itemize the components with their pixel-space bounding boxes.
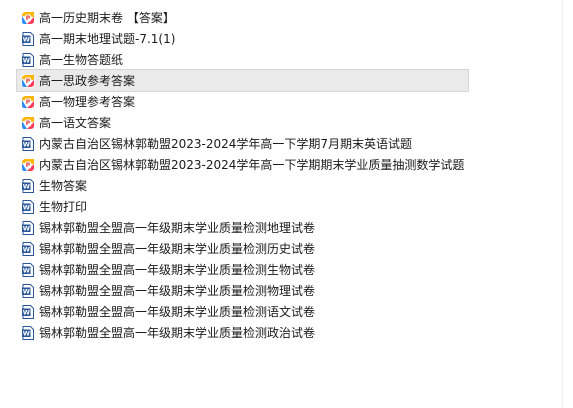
svg-text:W: W <box>23 329 30 337</box>
word-document-icon: W <box>21 304 35 319</box>
file-item-4[interactable]: P 高一思政参考答案 <box>15 69 470 92</box>
svg-text:W: W <box>23 245 30 253</box>
word-document-icon: W <box>21 325 35 340</box>
file-name: 高一生物答题纸 <box>39 53 124 67</box>
file-name: 高一语文答案 <box>39 116 112 130</box>
file-name: 高一思政参考答案 <box>39 74 136 88</box>
file-item-16[interactable]: W 锡林郭勒盟全盟高一年级期末学业质量检测政治试卷 <box>17 322 468 343</box>
file-list: P 高一历史期末卷 【答案】 W 高一期末地理试题-7.1(1) W 高一生物答… <box>15 7 470 343</box>
svg-text:P: P <box>26 15 31 22</box>
file-item-8[interactable]: P 内蒙古自治区锡林郭勒盟2023-2024学年高一下学期期末学业质量抽测数学试… <box>17 154 468 175</box>
word-document-icon: W <box>21 241 35 256</box>
svg-text:W: W <box>23 203 30 211</box>
file-name: 内蒙古自治区锡林郭勒盟2023-2024学年高一下学期7月期末英语试题 <box>39 137 413 151</box>
svg-text:P: P <box>26 162 31 169</box>
file-item-9[interactable]: W 生物答案 <box>17 175 468 196</box>
file-name: 锡林郭勒盟全盟高一年级期末学业质量检测历史试卷 <box>39 242 316 256</box>
file-name: 锡林郭勒盟全盟高一年级期末学业质量检测政治试卷 <box>39 326 316 340</box>
file-item-3[interactable]: W 高一生物答题纸 <box>17 49 468 70</box>
file-name: 锡林郭勒盟全盟高一年级期末学业质量检测生物试卷 <box>39 263 316 277</box>
file-name: 高一物理参考答案 <box>39 95 136 109</box>
file-item-6[interactable]: P 高一语文答案 <box>17 112 468 133</box>
scrollbar-track[interactable] <box>562 0 573 408</box>
svg-text:W: W <box>23 287 30 295</box>
file-name: 生物答案 <box>39 179 88 193</box>
file-item-2[interactable]: W 高一期末地理试题-7.1(1) <box>17 28 468 49</box>
file-item-12[interactable]: W 锡林郭勒盟全盟高一年级期末学业质量检测历史试卷 <box>17 238 468 259</box>
file-name: 锡林郭勒盟全盟高一年级期末学业质量检测物理试卷 <box>39 284 316 298</box>
svg-text:W: W <box>23 308 30 316</box>
word-document-icon: W <box>21 178 35 193</box>
svg-text:W: W <box>23 140 30 148</box>
svg-text:W: W <box>23 56 30 64</box>
file-item-5[interactable]: P 高一物理参考答案 <box>17 91 468 112</box>
pdf-file-icon: P <box>21 116 35 130</box>
svg-text:W: W <box>23 182 30 190</box>
file-item-14[interactable]: W 锡林郭勒盟全盟高一年级期末学业质量检测物理试卷 <box>17 280 468 301</box>
svg-text:W: W <box>23 224 30 232</box>
word-document-icon: W <box>21 199 35 214</box>
pdf-file-icon: P <box>21 158 35 172</box>
file-item-1[interactable]: P 高一历史期末卷 【答案】 <box>17 7 468 28</box>
svg-text:P: P <box>26 120 31 127</box>
word-document-icon: W <box>21 52 35 67</box>
pdf-file-icon: P <box>21 74 35 88</box>
word-document-icon: W <box>21 283 35 298</box>
svg-text:W: W <box>23 35 30 43</box>
word-document-icon: W <box>21 262 35 277</box>
word-document-icon: W <box>21 136 35 151</box>
file-item-7[interactable]: W 内蒙古自治区锡林郭勒盟2023-2024学年高一下学期7月期末英语试题 <box>17 133 468 154</box>
file-item-15[interactable]: W 锡林郭勒盟全盟高一年级期末学业质量检测语文试卷 <box>17 301 468 322</box>
file-name: 高一期末地理试题-7.1(1) <box>39 32 176 46</box>
file-name: 生物打印 <box>39 200 88 214</box>
file-name: 高一历史期末卷 【答案】 <box>39 11 175 25</box>
file-item-10[interactable]: W 生物打印 <box>17 196 468 217</box>
pdf-file-icon: P <box>21 11 35 25</box>
svg-text:P: P <box>26 78 31 85</box>
word-document-icon: W <box>21 220 35 235</box>
file-item-13[interactable]: W 锡林郭勒盟全盟高一年级期末学业质量检测生物试卷 <box>17 259 468 280</box>
pdf-file-icon: P <box>21 95 35 109</box>
file-name: 内蒙古自治区锡林郭勒盟2023-2024学年高一下学期期末学业质量抽测数学试题 <box>39 158 465 172</box>
file-name: 锡林郭勒盟全盟高一年级期末学业质量检测语文试卷 <box>39 305 316 319</box>
file-item-11[interactable]: W 锡林郭勒盟全盟高一年级期末学业质量检测地理试卷 <box>17 217 468 238</box>
svg-text:P: P <box>26 99 31 106</box>
word-document-icon: W <box>21 31 35 46</box>
svg-text:W: W <box>23 266 30 274</box>
file-name: 锡林郭勒盟全盟高一年级期末学业质量检测地理试卷 <box>39 221 316 235</box>
